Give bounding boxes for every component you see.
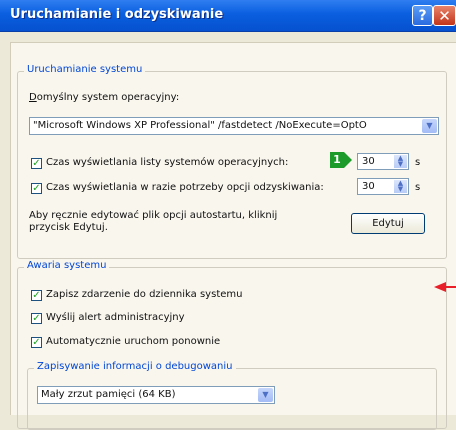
show-os-list-value: 30 — [362, 156, 375, 167]
spin-arrows-icon[interactable]: ▲ ▼ — [394, 155, 407, 168]
write-event-label: Zapisz zdarzenie do dziennika systemu — [46, 289, 243, 300]
show-recovery-checkbox[interactable]: ✓ — [31, 183, 42, 194]
dialog-content: Uruchamianie systemu Domyślny system ope… — [0, 32, 456, 430]
title-bar[interactable]: Uruchamianie i odzyskiwanie ? ✕ — [0, 0, 456, 32]
edit-hint: Aby ręcznie edytować plik opcji autostar… — [29, 210, 278, 233]
show-recovery-label: Czas wyświetlania w razie potrzeby opcji… — [46, 182, 324, 193]
show-os-list-label: Czas wyświetlania listy systemów operacy… — [46, 157, 289, 168]
spin-arrows-icon[interactable]: ▲ ▼ — [394, 180, 407, 193]
help-button[interactable]: ? — [412, 5, 433, 26]
edit-button[interactable]: Edytuj — [351, 213, 425, 234]
annotation-badge: 1 — [330, 152, 344, 168]
send-alert-label: Wyślij alert administracyjny — [46, 312, 185, 323]
auto-restart-label: Automatycznie uruchom ponownie — [46, 336, 221, 347]
startup-group-title: Uruchamianie systemu — [24, 64, 146, 75]
failure-group-title: Awaria systemu — [24, 260, 110, 271]
debug-group-title: Zapisywanie informacji o debugowaniu — [34, 361, 236, 372]
default-os-value: "Microsoft Windows XP Professional" /fas… — [33, 120, 367, 131]
show-os-list-checkbox[interactable]: ✓ — [31, 158, 42, 169]
window-title: Uruchamianie i odzyskiwanie — [10, 7, 224, 22]
send-alert-checkbox[interactable]: ✓ — [31, 313, 42, 324]
chevron-down-icon[interactable]: ▼ — [258, 388, 273, 402]
default-os-dropdown[interactable]: "Microsoft Windows XP Professional" /fas… — [29, 117, 439, 135]
show-recovery-unit: s — [415, 182, 421, 193]
red-arrow-shaft — [444, 286, 456, 288]
write-event-checkbox[interactable]: ✓ — [31, 290, 42, 301]
chevron-down-icon[interactable]: ▼ — [422, 119, 437, 133]
show-recovery-value: 30 — [362, 181, 375, 192]
auto-restart-checkbox[interactable]: ✓ — [31, 337, 42, 348]
show-recovery-spinner[interactable]: 30 ▲ ▼ — [357, 178, 409, 195]
default-os-label: Domyślny system operacyjny: — [29, 92, 180, 103]
badge-arrow-icon — [344, 152, 352, 168]
close-button[interactable]: ✕ — [433, 5, 456, 26]
show-os-list-spinner[interactable]: 30 ▲ ▼ — [357, 153, 409, 170]
debug-value: Mały zrzut pamięci (64 KB) — [41, 389, 176, 400]
debug-dropdown[interactable]: Mały zrzut pamięci (64 KB) ▼ — [37, 386, 275, 404]
show-os-list-unit: s — [415, 157, 421, 168]
dialog-panel: Uruchamianie systemu Domyślny system ope… — [10, 42, 456, 430]
